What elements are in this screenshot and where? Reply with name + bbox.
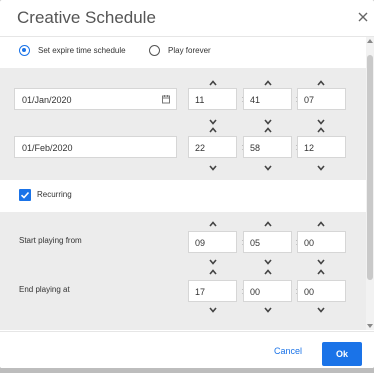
end-playing-label: End playing at	[19, 285, 70, 294]
end-second-field[interactable]: 12	[297, 136, 346, 158]
end-hour-increment-chevron-up-icon[interactable]	[209, 127, 217, 133]
end-minute-increment-chevron-up-icon[interactable]	[264, 127, 272, 133]
play-end-hour-decrement-chevron-down-icon[interactable]	[209, 307, 217, 313]
radio-play-forever-label: Play forever	[168, 46, 211, 55]
play-start-minute-decrement-chevron-down-icon[interactable]	[264, 259, 272, 265]
start-date-input[interactable]: 01/Jan/2020	[14, 88, 177, 110]
start-second-decrement-chevron-down-icon[interactable]	[317, 119, 325, 125]
vertical-scrollbar[interactable]	[366, 37, 374, 330]
play-end-minute-field[interactable]: 00	[243, 280, 292, 302]
cancel-button[interactable]: Cancel	[274, 346, 302, 356]
creative-schedule-dialog: Creative Schedule Set expire time schedu…	[0, 0, 374, 368]
dialog-header: Creative Schedule	[0, 0, 374, 37]
end-minute-decrement-chevron-down-icon[interactable]	[264, 165, 272, 171]
play-start-second-field[interactable]: 00	[297, 231, 346, 253]
play-end-hour-increment-chevron-up-icon[interactable]	[209, 269, 217, 275]
scroll-up-arrow-icon[interactable]	[367, 39, 373, 43]
start-date-value: 01/Jan/2020	[22, 95, 72, 105]
play-start-hour-field[interactable]: 09	[188, 231, 237, 253]
play-start-second-increment-chevron-up-icon[interactable]	[317, 221, 325, 227]
start-hour-increment-chevron-up-icon[interactable]	[209, 80, 217, 86]
end-date-input[interactable]: 01/Feb/2020	[14, 136, 177, 158]
radio-play-forever[interactable]: Play forever	[149, 45, 211, 56]
end-minute-field[interactable]: 58	[243, 136, 292, 158]
radio-selected-icon	[19, 45, 30, 56]
play-end-hour-field[interactable]: 17	[188, 280, 237, 302]
start-second-field[interactable]: 07	[297, 88, 346, 110]
start-minute-increment-chevron-up-icon[interactable]	[264, 80, 272, 86]
dialog-footer: Cancel Ok	[0, 331, 374, 368]
end-hour-field[interactable]: 22	[188, 136, 237, 158]
recurring-label: Recurring	[37, 190, 72, 199]
dialog-content: Set expire time schedule Play forever 01…	[0, 37, 366, 330]
play-start-minute-field[interactable]: 05	[243, 231, 292, 253]
daily-playtime-panel	[0, 212, 366, 330]
end-second-increment-chevron-up-icon[interactable]	[317, 127, 325, 133]
end-hour-decrement-chevron-down-icon[interactable]	[209, 165, 217, 171]
recurring-checkbox[interactable]	[19, 189, 31, 201]
scroll-down-arrow-icon[interactable]	[367, 324, 373, 328]
calendar-icon[interactable]	[161, 94, 171, 104]
play-end-second-increment-chevron-up-icon[interactable]	[317, 269, 325, 275]
start-playing-label: Start playing from	[19, 236, 82, 245]
check-icon	[20, 191, 30, 199]
dialog-title: Creative Schedule	[17, 8, 156, 27]
play-start-minute-increment-chevron-up-icon[interactable]	[264, 221, 272, 227]
play-end-minute-increment-chevron-up-icon[interactable]	[264, 269, 272, 275]
start-hour-decrement-chevron-down-icon[interactable]	[209, 119, 217, 125]
play-start-hour-increment-chevron-up-icon[interactable]	[209, 221, 217, 227]
start-second-increment-chevron-up-icon[interactable]	[317, 80, 325, 86]
end-date-value: 01/Feb/2020	[22, 143, 73, 153]
start-hour-field[interactable]: 11	[188, 88, 237, 110]
radio-unselected-icon	[149, 45, 160, 56]
radio-expire-schedule-label: Set expire time schedule	[38, 46, 126, 55]
ok-button[interactable]: Ok	[322, 342, 362, 366]
radio-expire-schedule[interactable]: Set expire time schedule	[19, 45, 126, 56]
play-end-minute-decrement-chevron-down-icon[interactable]	[264, 307, 272, 313]
schedule-mode-group: Set expire time schedule Play forever	[0, 37, 366, 67]
scrollbar-thumb[interactable]	[367, 55, 373, 280]
play-start-hour-decrement-chevron-down-icon[interactable]	[209, 259, 217, 265]
start-minute-decrement-chevron-down-icon[interactable]	[264, 119, 272, 125]
play-start-second-decrement-chevron-down-icon[interactable]	[317, 259, 325, 265]
start-minute-field[interactable]: 41	[243, 88, 292, 110]
play-end-second-field[interactable]: 00	[297, 280, 346, 302]
end-second-decrement-chevron-down-icon[interactable]	[317, 165, 325, 171]
play-end-second-decrement-chevron-down-icon[interactable]	[317, 307, 325, 313]
close-icon[interactable]	[356, 10, 370, 24]
